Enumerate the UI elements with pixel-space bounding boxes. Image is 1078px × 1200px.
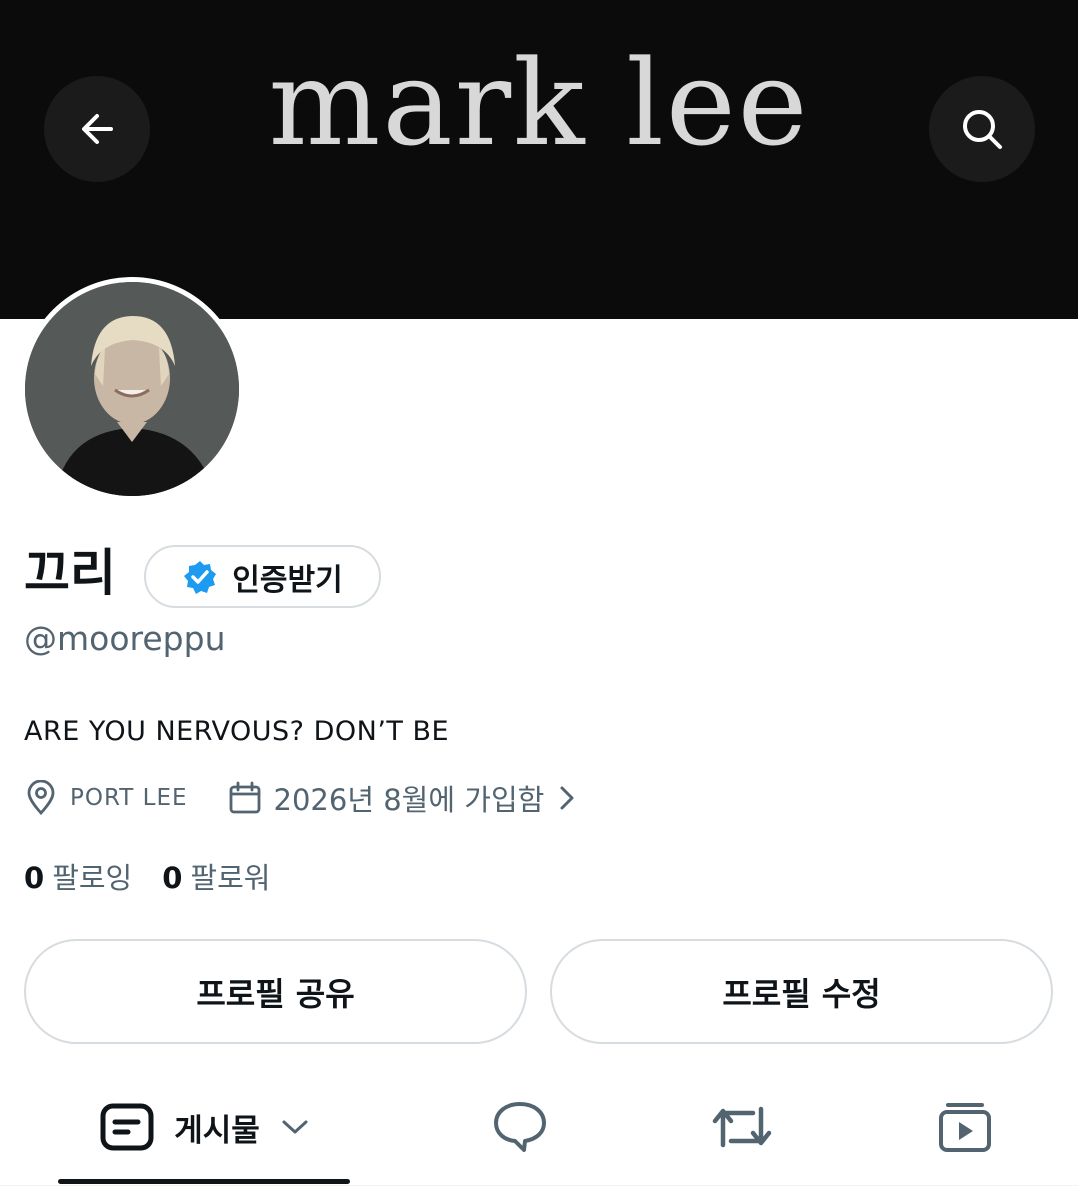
media-icon: [939, 1103, 991, 1152]
followers-link[interactable]: 0 팔로워: [162, 855, 270, 897]
follow-stats: 0 팔로잉 0 팔로워: [24, 854, 270, 898]
profile-meta: PORT LEE 2026년 8월에 가입함: [24, 776, 576, 820]
calendar-icon: [229, 781, 260, 814]
avatar[interactable]: [25, 282, 239, 496]
posts-icon: [100, 1103, 154, 1151]
share-profile-button[interactable]: 프로필 공유: [24, 939, 527, 1044]
avatar-ring: [20, 277, 244, 501]
arrow-left-icon: [82, 114, 113, 144]
tab-posts-label: 게시물: [174, 1112, 260, 1149]
get-verified-label: 인증받기: [232, 562, 343, 598]
get-verified-button[interactable]: 인증받기: [144, 545, 381, 608]
profile-tabs: 게시물: [0, 1085, 1078, 1200]
tab-media[interactable]: [915, 1085, 1015, 1169]
search-icon: [963, 110, 1002, 149]
reply-icon: [494, 1102, 546, 1152]
tabs-divider: [0, 1185, 1078, 1186]
edit-profile-button[interactable]: 프로필 수정: [550, 939, 1053, 1044]
join-date: 2026년 8월에 가입함: [273, 783, 545, 817]
followers-count: 0: [162, 861, 183, 895]
search-button[interactable]: [929, 76, 1035, 182]
display-name: 끄리: [24, 544, 116, 602]
profile-banner: mark lee: [0, 0, 1078, 319]
chevron-down-icon[interactable]: [280, 1117, 310, 1137]
profile-bio: ARE YOU NERVOUS? DON’T BE: [24, 716, 450, 747]
chevron-right-icon[interactable]: [558, 784, 576, 812]
profile-page: mark lee 끄리 인증받기 @mooreppu ARE YOU NERVO…: [0, 0, 1078, 1200]
tab-reposts[interactable]: [692, 1085, 792, 1169]
active-tab-indicator: [58, 1179, 350, 1184]
following-label: 팔로잉: [52, 861, 133, 895]
following-link[interactable]: 0 팔로잉: [24, 855, 132, 897]
following-count: 0: [24, 861, 45, 895]
location-pin-icon: [27, 780, 55, 816]
verified-badge-icon: [184, 560, 217, 594]
avatar-photo: [25, 282, 239, 496]
back-button[interactable]: [44, 76, 150, 182]
tab-posts[interactable]: 게시물: [60, 1085, 350, 1169]
followers-label: 팔로워: [190, 861, 271, 895]
profile-handle: @mooreppu: [24, 619, 226, 658]
repost-icon: [712, 1106, 772, 1148]
tab-replies[interactable]: [470, 1085, 570, 1169]
profile-location: PORT LEE: [70, 785, 188, 811]
banner-text: mark lee: [268, 34, 810, 172]
